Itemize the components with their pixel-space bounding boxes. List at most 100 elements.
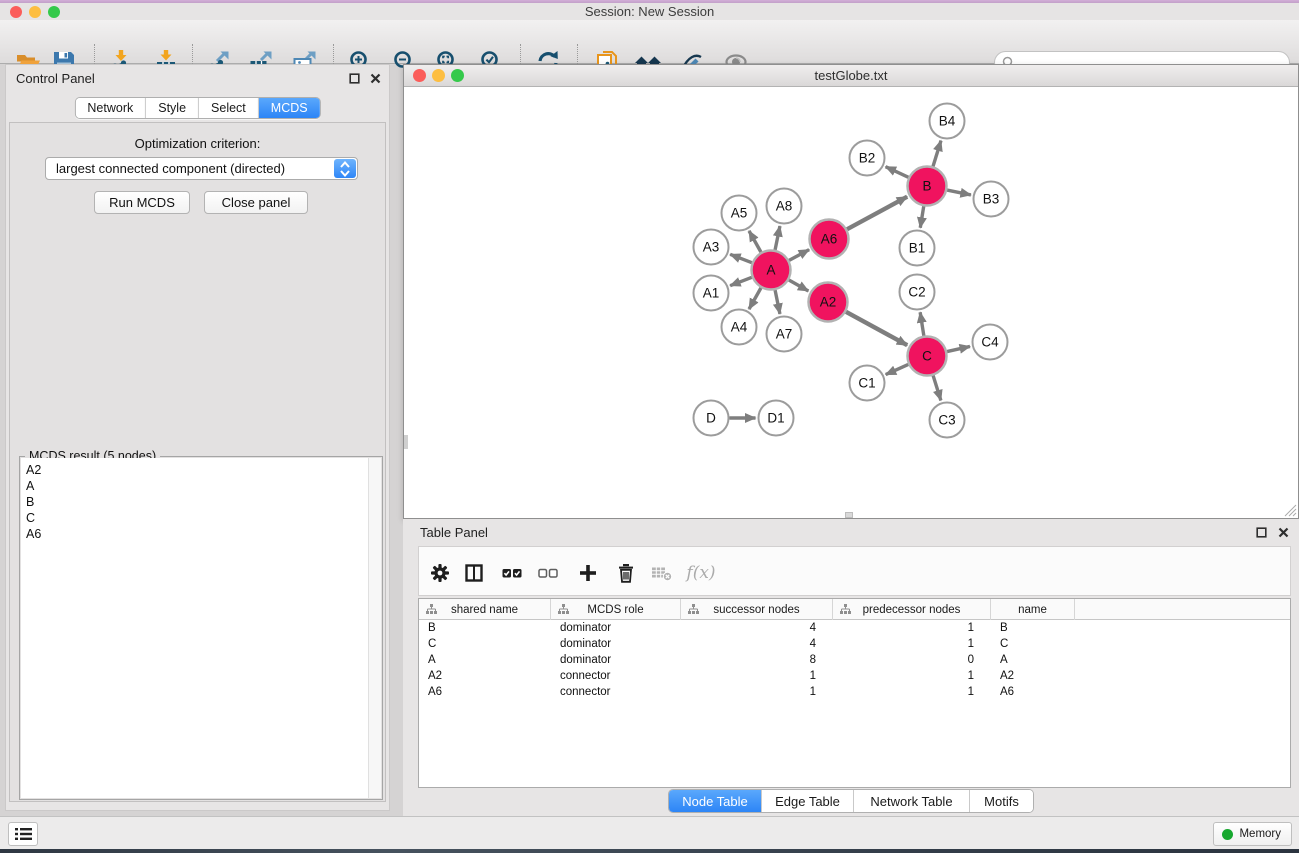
table-cell: 1 [833, 620, 991, 636]
add-column-button[interactable] [575, 560, 601, 586]
result-list-item[interactable]: A [26, 478, 365, 494]
graph-node-C4[interactable]: C4 [973, 325, 1008, 360]
resize-grip-icon[interactable] [1284, 504, 1297, 517]
column-header-successor-nodes[interactable]: successor nodes [681, 599, 833, 620]
graph-node-A7[interactable]: A7 [767, 317, 802, 352]
canvas-vscroll-thumb[interactable] [404, 435, 408, 449]
memory-button[interactable]: Memory [1213, 822, 1292, 846]
graph-node-A5[interactable]: A5 [722, 196, 757, 231]
table-cell: A6 [991, 684, 1075, 700]
run-mcds-button[interactable]: Run MCDS [94, 191, 190, 214]
network-canvas[interactable]: B4 B2 B B3 A5 A8A6 A3 A B1 A1 A2 C2 A4 A7 C4 C1 C D D1 C3 [404, 87, 1298, 518]
table-cell: 4 [681, 636, 833, 652]
graph-node-label: C1 [858, 376, 875, 391]
graph-node-B[interactable]: B [908, 167, 947, 206]
function-builder-button[interactable]: f(x) [681, 560, 721, 586]
graph-node-A[interactable]: A [752, 251, 791, 290]
graph-node-C2[interactable]: C2 [900, 275, 935, 310]
graph-node-C3[interactable]: C3 [930, 403, 965, 438]
table-row[interactable]: A2connector11A2 [419, 668, 1290, 684]
column-header-MCDS-role[interactable]: MCDS role [551, 599, 681, 620]
close-panel-icon[interactable] [1278, 527, 1289, 538]
graph-edge-A-A4 [749, 288, 761, 309]
graph-node-label: B1 [909, 241, 926, 256]
column-label: name [1018, 604, 1047, 616]
memory-label: Memory [1239, 828, 1281, 840]
tab-node-table[interactable]: Node Table [669, 790, 761, 812]
deselect-all-rows-button[interactable] [535, 560, 561, 586]
table-tabs: Node TableEdge TableNetwork TableMotifs [668, 789, 1034, 813]
table-row[interactable]: Bdominator41B [419, 620, 1290, 636]
hierarchy-icon [558, 604, 569, 615]
network-window-titlebar: testGlobe.txt [404, 65, 1298, 87]
select-all-rows-button[interactable] [499, 560, 525, 586]
delete-table-button[interactable] [649, 560, 675, 586]
control-panel: Control Panel NetworkStyleSelectMCDS Opt… [5, 64, 390, 811]
column-header-predecessor-nodes[interactable]: predecessor nodes [833, 599, 991, 620]
table-cell: connector [551, 684, 681, 700]
graph-node-A6[interactable]: A6 [810, 220, 849, 259]
close-panel-button[interactable]: Close panel [204, 191, 308, 214]
tab-network[interactable]: Network [75, 98, 145, 118]
graph-edge-A-A8 [775, 226, 780, 250]
delete-column-button[interactable] [613, 560, 639, 586]
graph-edge-B-B2 [886, 167, 909, 178]
graph-node-A4[interactable]: A4 [722, 310, 757, 345]
close-panel-icon[interactable] [370, 73, 381, 84]
graph-node-A3[interactable]: A3 [694, 230, 729, 265]
table-toolbar: f(x) [418, 546, 1291, 596]
tab-mcds[interactable]: MCDS [258, 98, 320, 118]
show-columns-button[interactable] [461, 560, 487, 586]
show-task-history-button[interactable] [8, 822, 38, 846]
result-list-item[interactable]: C [26, 510, 365, 526]
result-list-item[interactable]: B [26, 494, 365, 510]
table-cell: B [419, 620, 551, 636]
graph-node-D[interactable]: D [694, 401, 729, 436]
graph-node-C1[interactable]: C1 [850, 366, 885, 401]
graph-node-A2[interactable]: A2 [809, 283, 848, 322]
column-header-shared-name[interactable]: shared name [419, 599, 551, 620]
graph-node-B2[interactable]: B2 [850, 141, 885, 176]
tab-network-table[interactable]: Network Table [853, 790, 969, 812]
table-row[interactable]: Adominator80A [419, 652, 1290, 668]
table-settings-button[interactable] [427, 560, 453, 586]
criterion-value: largest connected component (directed) [56, 161, 285, 176]
graph-node-D1[interactable]: D1 [759, 401, 794, 436]
table-cell: C [991, 636, 1075, 652]
node-table-body: Bdominator41BCdominator41CAdominator80AA… [419, 620, 1290, 787]
hierarchy-icon [688, 604, 699, 615]
result-list-scrollbar[interactable] [368, 458, 381, 798]
control-panel-tabs: NetworkStyleSelectMCDS [74, 97, 320, 119]
graph-node-label: A [766, 263, 775, 278]
float-panel-icon[interactable] [349, 73, 360, 84]
criterion-dropdown[interactable]: largest connected component (directed) [45, 157, 358, 180]
hierarchy-icon [426, 604, 437, 615]
tab-style[interactable]: Style [145, 98, 198, 118]
graph-node-label: A2 [820, 295, 837, 310]
graph-node-B3[interactable]: B3 [974, 182, 1009, 217]
tab-edge-table[interactable]: Edge Table [761, 790, 853, 812]
network-view-window: testGlobe.txt B4 B2 B B3 A5 A8A6 A3 A B1 A1 A2 C2 A4… [403, 64, 1299, 519]
float-panel-icon[interactable] [1256, 527, 1267, 538]
result-list-item[interactable]: A2 [26, 462, 365, 478]
graph-node-B4[interactable]: B4 [930, 104, 965, 139]
table-cell: 1 [833, 684, 991, 700]
graph-node-label: A1 [703, 286, 720, 301]
graph-node-A8[interactable]: A8 [767, 189, 802, 224]
graph-node-C[interactable]: C [908, 337, 947, 376]
node-table-header: shared nameMCDS rolesuccessor nodesprede… [419, 599, 1290, 620]
table-cell: connector [551, 668, 681, 684]
table-row[interactable]: A6connector11A6 [419, 684, 1290, 700]
column-header-name[interactable]: name [991, 599, 1075, 620]
application-window: Session: New Session [0, 0, 1299, 853]
delete-table-icon [651, 563, 673, 583]
tab-motifs[interactable]: Motifs [969, 790, 1033, 812]
graph-node-label: B [922, 179, 931, 194]
graph-node-A1[interactable]: A1 [694, 276, 729, 311]
graph-node-label: D [706, 411, 716, 426]
table-row[interactable]: Cdominator41C [419, 636, 1290, 652]
canvas-hscroll-thumb[interactable] [845, 512, 853, 518]
result-list-item[interactable]: A6 [26, 526, 365, 542]
graph-node-B1[interactable]: B1 [900, 231, 935, 266]
tab-select[interactable]: Select [198, 98, 258, 118]
